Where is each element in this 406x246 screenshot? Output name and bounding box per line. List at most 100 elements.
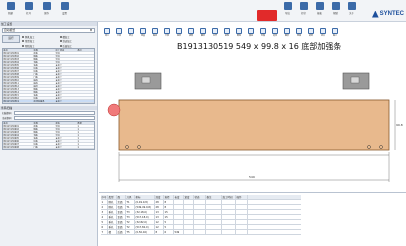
operation-list-panel: 序号 类型面刀具 坐标 深度 直径 长度 宽度 状态 备注 加工时间 操作 1 侧孔 左面 T1 (0,49… [99, 192, 406, 246]
logo-mark-icon [372, 10, 379, 18]
column-header[interactable]: 加工时间 [222, 195, 236, 199]
table-cell: 3 [101, 210, 108, 214]
part-drawing: 549 99.8 [107, 72, 403, 182]
table-cell: B1913130502 [3, 55, 19, 57]
column-header[interactable]: 面 [117, 195, 126, 199]
table-cell: 底部加强条 [33, 100, 45, 102]
table-cell [174, 225, 184, 229]
column-header[interactable]: 操作 [236, 195, 248, 199]
table-row[interactable]: B1913130608 门板 未加工 1 [3, 146, 94, 149]
table-cell: (32,82,0) [135, 220, 155, 224]
table-cell: 未加工 [55, 64, 63, 66]
column-header[interactable]: 直径 [164, 195, 174, 199]
table-cell: 门板 [33, 76, 38, 78]
table-cell: 完成 [55, 52, 60, 54]
current-barcode-field[interactable] [13, 116, 95, 120]
table-cell [222, 225, 236, 229]
table-cell: 未加工 [55, 94, 63, 96]
scan-list-table: 板号 名称 状态 数量 B1913130601 底板 完成 1 B1913130602 侧… [2, 121, 95, 150]
table-cell: B1913130506 [3, 67, 19, 69]
table-row[interactable]: 7 槽反面 T5 (0,50,16) 8 6 549 [101, 230, 301, 235]
alarm-indicator[interactable] [257, 10, 277, 21]
section-title-machining: 加工设置 [0, 22, 97, 26]
table-cell: 侧板 [33, 55, 38, 57]
table-cell: T1 [126, 200, 135, 204]
new-icon [6, 2, 15, 10]
toolbar-button-save[interactable]: 保存 [40, 2, 53, 16]
table-cell: 抽面 [33, 82, 38, 84]
table-cell: B1913130605 [3, 137, 19, 139]
column-header[interactable]: 深度 [155, 195, 164, 199]
table-cell: T2 [126, 220, 135, 224]
table-cell [174, 210, 184, 214]
column-header[interactable]: 状态 [194, 195, 206, 199]
table-cell: (517,18,0) [135, 215, 155, 219]
table-cell: 未加工 [55, 140, 63, 142]
table-cell: B1913130513 [3, 88, 19, 90]
table-cell: 12 [155, 220, 164, 224]
table-cell [174, 205, 184, 209]
clamp-right-detail [350, 76, 360, 84]
table-cell: 13 [155, 210, 164, 214]
column-header[interactable]: 备注 [206, 195, 222, 199]
scan-input[interactable] [13, 111, 95, 115]
option-3[interactable]: 封边加工 [59, 40, 96, 43]
column-header[interactable]: 宽度 [184, 195, 194, 199]
main-toolbar: 新建 打开 保存 设置 导出 打印 报表 帮助 关于 SYNTEC [0, 0, 406, 22]
table-cell: 层板 [33, 140, 38, 142]
radio-icon [59, 35, 62, 38]
toolbar-button-settings[interactable]: 设置 [58, 2, 71, 16]
table-cell: 未加工 [55, 79, 63, 81]
table-cell [222, 210, 236, 214]
mode-select[interactable]: 自动模式 ▼ [2, 28, 95, 33]
table-cell: B1913130601 [3, 125, 19, 127]
option-5[interactable]: 反面加工 [59, 44, 96, 48]
table-cell: 8 [164, 200, 174, 204]
drawing-area[interactable]: 加工 刀具 原点 测量 缩放 平移 旋转 镜像 翻转 对齐 复制 删除 撤销 重做 选项 图层 网格 刷新 放大 缩小… [99, 22, 406, 192]
table-cell: T5 [126, 230, 135, 234]
table-cell [184, 200, 194, 204]
table-cell: 未加工 [55, 82, 63, 84]
board-panel[interactable] [118, 99, 390, 151]
table-cell: 垂孔 [108, 225, 117, 229]
table-cell [77, 79, 94, 81]
toolbar-button-export[interactable]: 导出 [281, 2, 294, 16]
table-cell: 未加工 [55, 73, 63, 75]
option-0[interactable]: 侧孔加工 [22, 35, 58, 39]
table-cell: 侧孔 [108, 205, 117, 209]
table-cell [222, 230, 236, 234]
option-4[interactable]: 预铣加工 [22, 44, 58, 48]
radio-icon [59, 44, 62, 47]
column-header[interactable]: 类型 [108, 195, 117, 199]
table-cell: 未加工 [55, 85, 63, 87]
table-cell: B1913130515 [3, 94, 19, 96]
table-cell [206, 215, 222, 219]
column-header[interactable]: 刀具 [126, 195, 135, 199]
radio-icon [22, 40, 24, 42]
panel-list-table: 板号 名称 加工状态 备注 B1913130501 底板 完成 B1913130502… [2, 48, 95, 104]
toolbar-button-print[interactable]: 打印 [297, 2, 310, 16]
column-header[interactable]: 长度 [174, 195, 184, 199]
toolbar-button-new[interactable]: 新建 [4, 2, 17, 16]
table-cell [194, 225, 206, 229]
table-cell: 1 [77, 143, 79, 145]
table-cell: B1913130514 [3, 91, 19, 93]
option-2[interactable]: 铣型加工 [22, 40, 58, 43]
table-cell [206, 200, 222, 204]
toolbar-button-help[interactable]: 帮助 [329, 2, 342, 16]
table-row[interactable]: B1913130519 底部加强条 未加工 [3, 100, 94, 103]
column-header[interactable]: 坐标 [135, 195, 155, 199]
table-cell [77, 82, 94, 84]
toolbar-button-open[interactable]: 打开 [22, 2, 35, 16]
toolbar-button-report[interactable]: 报表 [313, 2, 326, 16]
option-1[interactable]: 槽加工 [59, 35, 96, 39]
table-cell: 层板 [33, 97, 38, 99]
table-cell: 顶板 [33, 134, 38, 136]
run-button[interactable]: 运行 [2, 35, 20, 43]
toolbar-button-about[interactable]: 关于 [345, 2, 358, 16]
origin-marker-icon[interactable] [107, 103, 121, 117]
column-header[interactable]: 序号 [101, 195, 108, 199]
table-cell: 1 [77, 128, 79, 130]
table-cell: B1913130511 [3, 82, 19, 84]
table-cell [194, 200, 206, 204]
